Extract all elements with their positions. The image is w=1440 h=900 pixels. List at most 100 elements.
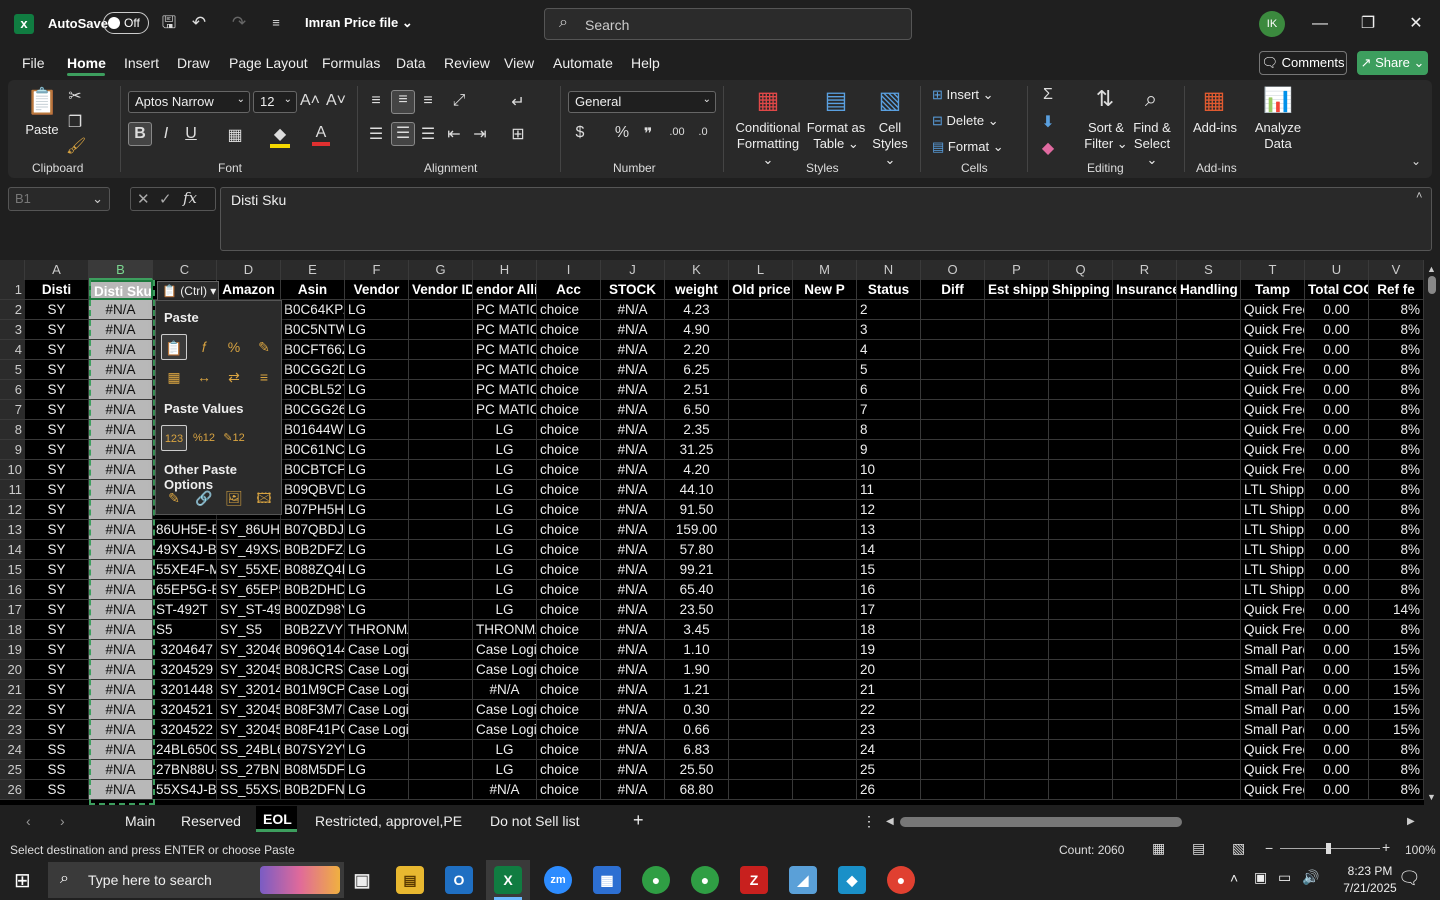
table-cell[interactable] xyxy=(409,640,473,660)
row-header[interactable]: 24 xyxy=(0,740,25,760)
table-cell[interactable]: #N/A xyxy=(89,440,153,460)
table-cell[interactable]: SS xyxy=(25,760,89,780)
paste-formulas-icon[interactable]: 𝑓 xyxy=(191,334,217,360)
paste-picture-icon[interactable]: 🖼 xyxy=(221,485,247,511)
header-cell[interactable]: Total COG xyxy=(1305,280,1369,300)
add-ins-button[interactable]: Add-ins xyxy=(1190,120,1240,136)
menu-draw[interactable]: Draw xyxy=(177,55,210,71)
header-cell[interactable]: STOCK xyxy=(601,280,665,300)
table-cell[interactable] xyxy=(409,540,473,560)
table-cell[interactable]: SY xyxy=(25,360,89,380)
table-cell[interactable]: SY xyxy=(25,720,89,740)
table-cell[interactable] xyxy=(729,360,793,380)
table-cell[interactable] xyxy=(793,600,857,620)
table-cell[interactable]: #N/A xyxy=(89,500,153,520)
table-cell[interactable]: LG xyxy=(345,400,409,420)
column-header-m[interactable]: M xyxy=(793,260,857,280)
format-as-table-icon[interactable]: ▤ xyxy=(820,86,852,116)
table-cell[interactable]: choice xyxy=(537,500,601,520)
bold-icon[interactable]: B xyxy=(128,122,152,146)
table-cell[interactable]: B0B2DFNC xyxy=(281,780,345,800)
table-cell[interactable] xyxy=(409,620,473,640)
table-cell[interactable]: 10 xyxy=(857,460,921,480)
table-cell[interactable]: 8% xyxy=(1369,320,1424,340)
table-cell[interactable]: 2.51 xyxy=(665,380,729,400)
table-cell[interactable]: #N/A xyxy=(601,320,665,340)
column-header-n[interactable]: N xyxy=(857,260,921,280)
row-header[interactable]: 20 xyxy=(0,660,25,680)
table-cell[interactable]: 8% xyxy=(1369,420,1424,440)
table-cell[interactable]: 57.80 xyxy=(665,540,729,560)
row-header[interactable]: 4 xyxy=(0,340,25,360)
row-header[interactable]: 13 xyxy=(0,520,25,540)
table-cell[interactable] xyxy=(1113,380,1177,400)
table-cell[interactable]: 55XE4F-M xyxy=(153,560,217,580)
table-cell[interactable]: 0.00 xyxy=(1305,540,1369,560)
table-cell[interactable] xyxy=(1113,340,1177,360)
filezilla-icon[interactable]: Z xyxy=(740,866,768,894)
header-cell[interactable]: Shipping xyxy=(1049,280,1113,300)
table-cell[interactable]: 7 xyxy=(857,400,921,420)
table-cell[interactable]: SY_55XE4F xyxy=(217,560,281,580)
table-cell[interactable]: 6 xyxy=(857,380,921,400)
table-cell[interactable]: SY xyxy=(25,580,89,600)
table-cell[interactable] xyxy=(729,620,793,640)
table-cell[interactable] xyxy=(409,760,473,780)
linked-picture-icon[interactable]: 🖾 xyxy=(251,485,277,511)
table-cell[interactable]: SS_27BN8 xyxy=(217,760,281,780)
cell-styles-button[interactable]: Cell Styles ⌄ xyxy=(866,120,914,168)
table-cell[interactable]: 0.00 xyxy=(1305,440,1369,460)
menu-home[interactable]: Home xyxy=(67,55,106,71)
table-cell[interactable]: 15% xyxy=(1369,700,1424,720)
page-break-view-icon[interactable]: ▧ xyxy=(1232,840,1245,857)
table-cell[interactable]: SY xyxy=(25,300,89,320)
table-cell[interactable] xyxy=(729,720,793,740)
table-cell[interactable] xyxy=(1177,660,1241,680)
font-size-select[interactable]: 12 ⌄ xyxy=(253,91,297,113)
paste-formulas-number-format-icon[interactable]: % xyxy=(221,334,247,360)
header-cell[interactable]: Asin xyxy=(281,280,345,300)
table-cell[interactable]: LG xyxy=(473,560,537,580)
table-cell[interactable]: 0.00 xyxy=(1305,320,1369,340)
row-header[interactable]: 11 xyxy=(0,480,25,500)
paste-values-icon[interactable]: 123 xyxy=(161,425,187,451)
row-header[interactable]: 3 xyxy=(0,320,25,340)
table-cell[interactable] xyxy=(409,520,473,540)
table-cell[interactable] xyxy=(921,560,985,580)
table-cell[interactable] xyxy=(985,600,1049,620)
table-cell[interactable] xyxy=(409,400,473,420)
table-cell[interactable]: #N/A xyxy=(89,540,153,560)
table-cell[interactable]: 6.50 xyxy=(665,400,729,420)
table-cell[interactable] xyxy=(921,360,985,380)
file-explorer-icon[interactable]: ▤ xyxy=(396,866,424,894)
increase-indent-icon[interactable]: ⇥ xyxy=(470,124,490,144)
row-header[interactable]: 9 xyxy=(0,440,25,460)
table-cell[interactable]: 14 xyxy=(857,540,921,560)
table-cell[interactable] xyxy=(1113,760,1177,780)
table-cell[interactable]: #N/A xyxy=(601,620,665,640)
table-cell[interactable]: #N/A xyxy=(601,760,665,780)
table-cell[interactable]: 4.90 xyxy=(665,320,729,340)
table-cell[interactable]: B01644WP xyxy=(281,420,345,440)
table-cell[interactable]: Quick Free xyxy=(1241,780,1305,800)
analyze-data-icon[interactable]: 📊 xyxy=(1262,86,1294,116)
column-header-o[interactable]: O xyxy=(921,260,985,280)
table-cell[interactable]: Quick Free xyxy=(1241,400,1305,420)
chrome-profile-icon[interactable]: ● xyxy=(691,866,719,894)
table-cell[interactable]: 3.45 xyxy=(665,620,729,640)
row-header[interactable]: 25 xyxy=(0,760,25,780)
table-cell[interactable]: 8% xyxy=(1369,520,1424,540)
table-cell[interactable]: 1.10 xyxy=(665,640,729,660)
table-cell[interactable]: SY xyxy=(25,500,89,520)
table-cell[interactable]: Case Logic xyxy=(345,680,409,700)
table-cell[interactable] xyxy=(729,560,793,580)
row-header[interactable]: 18 xyxy=(0,620,25,640)
table-cell[interactable] xyxy=(1113,400,1177,420)
table-cell[interactable] xyxy=(921,500,985,520)
table-cell[interactable]: Quick Free xyxy=(1241,600,1305,620)
table-cell[interactable]: PC MATIC xyxy=(473,400,537,420)
close-icon[interactable]: ✕ xyxy=(1404,12,1428,36)
table-cell[interactable]: LTL Shippi xyxy=(1241,480,1305,500)
save-icon[interactable]: 🖫 xyxy=(158,12,180,34)
number-format-select[interactable]: General ⌄ xyxy=(568,91,716,113)
